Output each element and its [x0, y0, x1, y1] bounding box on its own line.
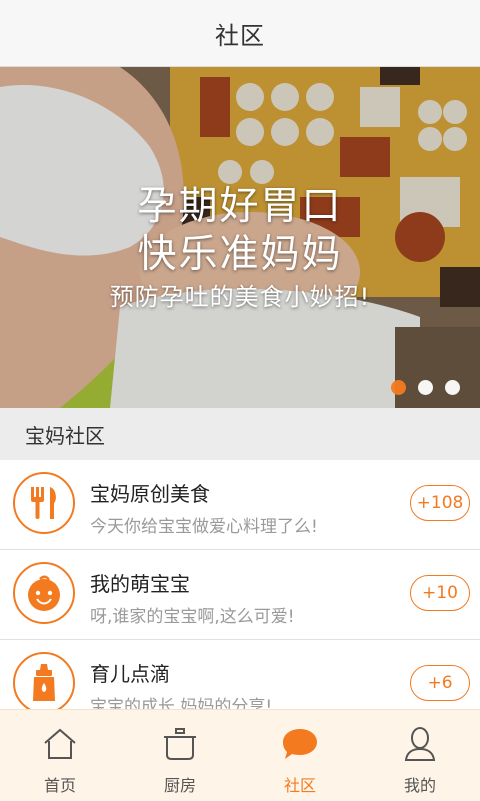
page-title: 社区	[215, 21, 265, 50]
tab-kitchen[interactable]: 厨房	[120, 710, 240, 801]
promo-banner[interactable]: 孕期好胃口 快乐准妈妈 预防孕吐的美食小妙招!	[0, 67, 480, 408]
list-item-count-badge[interactable]: +108	[410, 485, 470, 521]
list-item-title: 宝妈原创美食	[90, 482, 210, 506]
list-item-desc: 今天你给宝宝做爱心料理了么!	[90, 517, 318, 537]
bottom-tab-bar: 首页 厨房 社区 我的	[0, 709, 480, 801]
carousel-dot-2[interactable]	[418, 380, 433, 395]
pot-icon	[160, 724, 200, 764]
list-item-desc: 呀,谁家的宝宝啊,这么可爱!	[90, 607, 295, 627]
user-icon	[400, 724, 440, 764]
tab-community[interactable]: 社区	[240, 710, 360, 801]
list-item-count-badge[interactable]: +6	[410, 665, 470, 701]
tab-label: 我的	[403, 776, 436, 795]
list-item[interactable]: 宝妈原创美食 今天你给宝宝做爱心料理了么! +108	[0, 460, 480, 550]
community-list: 宝妈原创美食 今天你给宝宝做爱心料理了么! +108 我的萌宝宝 呀,谁家的宝宝…	[0, 460, 480, 730]
list-item[interactable]: 我的萌宝宝 呀,谁家的宝宝啊,这么可爱! +10	[0, 550, 480, 640]
home-icon	[40, 724, 80, 764]
section-title: 宝妈社区	[25, 423, 105, 448]
tab-label: 厨房	[163, 776, 196, 795]
tab-label: 首页	[43, 776, 76, 795]
baby-face-icon	[13, 562, 75, 624]
baby-bottle-icon	[13, 652, 75, 714]
list-item-title: 我的萌宝宝	[90, 572, 190, 596]
section-header: 宝妈社区	[0, 408, 480, 460]
carousel-dot-1[interactable]	[391, 380, 406, 395]
list-item-count-badge[interactable]: +10	[410, 575, 470, 611]
carousel-indicator	[391, 380, 460, 395]
chat-bubble-icon	[280, 724, 320, 764]
banner-subtitle: 预防孕吐的美食小妙招!	[109, 283, 371, 311]
tab-label: 社区	[283, 776, 316, 795]
tab-home[interactable]: 首页	[0, 710, 120, 801]
fork-knife-icon	[13, 472, 75, 534]
banner-headline-2: 快乐准妈妈	[137, 232, 343, 277]
tab-mine[interactable]: 我的	[360, 710, 480, 801]
top-bar: 社区	[0, 0, 480, 67]
carousel-dot-3[interactable]	[445, 380, 460, 395]
list-item-title: 育儿点滴	[90, 662, 170, 686]
